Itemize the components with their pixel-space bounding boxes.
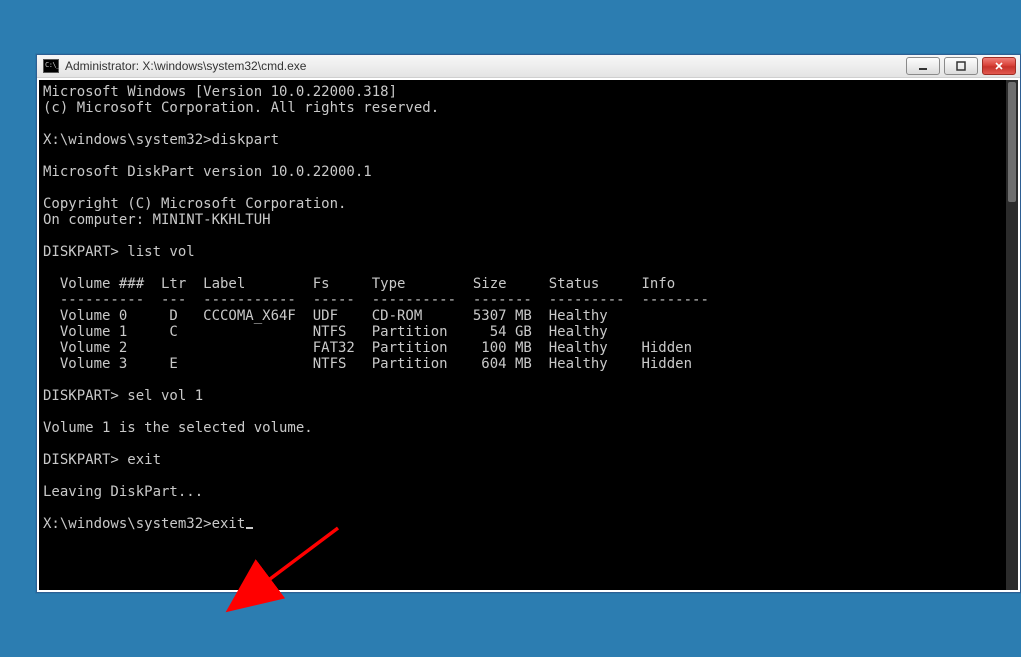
- terminal-line: Volume 3 E NTFS Partition 604 MB Healthy…: [43, 356, 1002, 372]
- terminal-line: [43, 148, 1002, 164]
- maximize-icon: [956, 61, 966, 71]
- terminal-line: [43, 372, 1002, 388]
- terminal-line: Volume 2 FAT32 Partition 100 MB Healthy …: [43, 340, 1002, 356]
- close-button[interactable]: [982, 57, 1016, 75]
- terminal-line: On computer: MININT-KKHLTUH: [43, 212, 1002, 228]
- terminal-line: Microsoft DiskPart version 10.0.22000.1: [43, 164, 1002, 180]
- terminal-line: ---------- --- ----------- ----- -------…: [43, 292, 1002, 308]
- terminal-line: Volume 1 C NTFS Partition 54 GB Healthy: [43, 324, 1002, 340]
- cmd-icon: [43, 59, 59, 73]
- terminal-line: Copyright (C) Microsoft Corporation.: [43, 196, 1002, 212]
- terminal-line: X:\windows\system32>exit: [43, 516, 1002, 532]
- terminal-line: [43, 228, 1002, 244]
- terminal[interactable]: Microsoft Windows [Version 10.0.22000.31…: [39, 80, 1018, 590]
- terminal-output[interactable]: Microsoft Windows [Version 10.0.22000.31…: [39, 80, 1006, 590]
- terminal-line: DISKPART> sel vol 1: [43, 388, 1002, 404]
- terminal-line: Volume 1 is the selected volume.: [43, 420, 1002, 436]
- minimize-button[interactable]: [906, 57, 940, 75]
- close-icon: [994, 61, 1004, 71]
- terminal-line: [43, 436, 1002, 452]
- terminal-line: Volume 0 D CCCOMA_X64F UDF CD-ROM 5307 M…: [43, 308, 1002, 324]
- terminal-line: (c) Microsoft Corporation. All rights re…: [43, 100, 1002, 116]
- terminal-line: X:\windows\system32>diskpart: [43, 132, 1002, 148]
- cmd-window: Administrator: X:\windows\system32\cmd.e…: [36, 54, 1021, 593]
- terminal-line: [43, 260, 1002, 276]
- terminal-line: [43, 180, 1002, 196]
- titlebar[interactable]: Administrator: X:\windows\system32\cmd.e…: [37, 55, 1020, 78]
- minimize-icon: [918, 61, 928, 71]
- terminal-line: DISKPART> exit: [43, 452, 1002, 468]
- terminal-line: Volume ### Ltr Label Fs Type Size Status…: [43, 276, 1002, 292]
- window-title: Administrator: X:\windows\system32\cmd.e…: [65, 59, 906, 73]
- terminal-line: [43, 116, 1002, 132]
- terminal-line: Leaving DiskPart...: [43, 484, 1002, 500]
- scrollbar-thumb[interactable]: [1008, 82, 1016, 202]
- terminal-line: DISKPART> list vol: [43, 244, 1002, 260]
- client-area: Microsoft Windows [Version 10.0.22000.31…: [37, 78, 1020, 592]
- scrollbar[interactable]: [1006, 80, 1018, 590]
- text-cursor: [246, 527, 253, 529]
- terminal-line: [43, 404, 1002, 420]
- terminal-line: [43, 500, 1002, 516]
- terminal-line: Microsoft Windows [Version 10.0.22000.31…: [43, 84, 1002, 100]
- maximize-button[interactable]: [944, 57, 978, 75]
- terminal-line: [43, 468, 1002, 484]
- window-controls: [906, 57, 1016, 75]
